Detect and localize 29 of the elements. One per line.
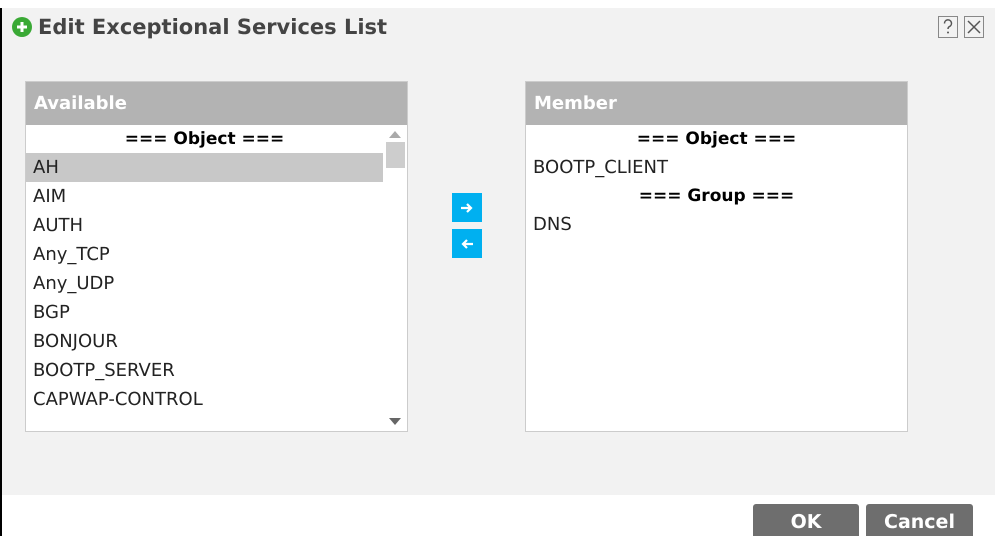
scroll-down-icon[interactable] (389, 418, 401, 425)
list-item[interactable]: Any_TCP (26, 240, 383, 269)
close-icon[interactable] (964, 16, 984, 38)
list-item[interactable]: Any_UDP (26, 269, 383, 298)
help-icon[interactable] (938, 16, 958, 38)
list-header: Available (26, 82, 407, 125)
left-arrow-icon (460, 238, 472, 248)
list-section-heading: === Group === (638, 185, 796, 208)
cancel-button[interactable]: Cancel (866, 504, 973, 536)
list-item[interactable]: BGP (26, 298, 383, 327)
list-item[interactable]: DNS (526, 210, 907, 239)
list-section-heading: === Object === (124, 128, 286, 151)
scrollbar-thumb[interactable] (386, 142, 404, 168)
dialog-title: Edit Exceptional Services List (38, 15, 388, 39)
right-arrow-icon (460, 202, 472, 212)
plus-circle-icon (12, 17, 32, 37)
list-item[interactable]: BOOTP_CLIENT (526, 153, 907, 182)
list-header: Member (526, 82, 907, 125)
add-button[interactable] (452, 193, 482, 222)
scroll-up-icon[interactable] (389, 131, 401, 138)
list-item[interactable]: CAPWAP-CONTROL (26, 385, 383, 414)
list-item[interactable]: BONJOUR (26, 327, 383, 356)
list-item[interactable]: AIM (26, 182, 383, 211)
list-item[interactable]: AH (26, 153, 383, 182)
ok-button[interactable]: OK (753, 504, 859, 536)
list-item[interactable]: BOOTP_SERVER (26, 356, 383, 385)
remove-button[interactable] (452, 229, 482, 258)
list-section-heading: === Object === (636, 128, 798, 151)
list-item[interactable]: AUTH (26, 211, 383, 240)
